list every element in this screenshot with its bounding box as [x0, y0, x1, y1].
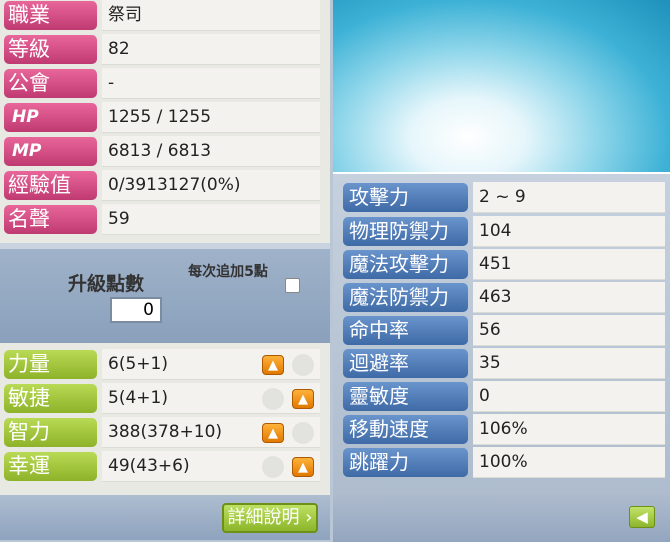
- sky-background: [333, 0, 670, 172]
- combat-row-avoid: 迴避率 35: [343, 348, 665, 379]
- combat-label: 靈敏度: [343, 382, 468, 411]
- detail-button[interactable]: 詳細說明 ›: [222, 503, 318, 533]
- auto-add-label: 每次追加5點: [188, 264, 268, 280]
- combat-value: 451: [473, 249, 665, 280]
- info-label: 職業: [4, 1, 97, 30]
- combat-value: 100%: [473, 447, 665, 478]
- stat-value: 6(5+1): [102, 349, 320, 380]
- ability-points-section: 升級點數 0 每次追加5點: [0, 243, 330, 344]
- arrow-up-icon[interactable]: ▲: [262, 423, 284, 443]
- info-row-guild: 公會 -: [4, 68, 320, 99]
- info-row-mp: MP 6813 / 6813: [4, 136, 320, 167]
- stat-label: 幸運: [4, 452, 97, 481]
- combat-value: 0: [473, 381, 665, 412]
- info-label: MP: [4, 137, 97, 166]
- combat-label: 迴避率: [343, 349, 468, 378]
- stat-label: 智力: [4, 418, 97, 447]
- ability-points-label: 升級點數: [68, 273, 145, 295]
- empty-slot: [292, 422, 314, 444]
- base-stats-section: 力量 6(5+1) ▲ 敏捷 5(4+1) ▲ 智力 388(378+10) ▲…: [0, 343, 330, 493]
- info-value: 1255 / 1255: [102, 102, 320, 133]
- character-info-panel: 職業 祭司 等級 82 公會 - HP 1255 / 1255 MP 6813 …: [0, 0, 330, 540]
- info-row-fame: 名聲 59: [4, 204, 320, 235]
- stat-row-int: 智力 388(378+10) ▲: [4, 417, 320, 448]
- info-label: 名聲: [4, 205, 97, 234]
- info-label: 經驗值: [4, 171, 97, 200]
- combat-label: 魔法攻擊力: [343, 250, 468, 279]
- stat-row-luk: 幸運 49(43+6) ▲: [4, 451, 320, 482]
- combat-row-magic-atk: 魔法攻擊力 451: [343, 249, 665, 280]
- empty-slot: [292, 354, 314, 376]
- info-label: 等級: [4, 35, 97, 64]
- combat-label: 移動速度: [343, 415, 468, 444]
- info-row-job: 職業 祭司: [4, 0, 320, 31]
- empty-slot: [262, 388, 284, 410]
- combat-label: 跳躍力: [343, 448, 468, 477]
- info-row-level: 等級 82: [4, 34, 320, 65]
- combat-label: 物理防禦力: [343, 217, 468, 246]
- info-value: 祭司: [102, 0, 320, 31]
- combat-value: 56: [473, 315, 665, 346]
- arrow-up-icon[interactable]: ▲: [262, 355, 284, 375]
- info-label: HP: [4, 103, 97, 132]
- combat-label: 魔法防禦力: [343, 283, 468, 312]
- info-value: 59: [102, 204, 320, 235]
- stat-row-str: 力量 6(5+1) ▲: [4, 349, 320, 380]
- combat-stats-panel: 攻擊力 2 ~ 9 物理防禦力 104 魔法攻擊力 451 魔法防禦力 463 …: [333, 172, 670, 542]
- info-value: -: [102, 68, 320, 99]
- combat-value: 2 ~ 9: [473, 182, 665, 213]
- stat-row-dex: 敏捷 5(4+1) ▲: [4, 383, 320, 414]
- combat-row-magic-def: 魔法防禦力 463: [343, 282, 665, 313]
- ability-points-value: 0: [110, 297, 162, 323]
- arrow-up-icon[interactable]: ▲: [292, 457, 314, 477]
- stat-value: 49(43+6): [102, 451, 320, 482]
- info-value: 0/3913127(0%): [102, 170, 320, 201]
- empty-slot: [262, 456, 284, 478]
- combat-value: 463: [473, 282, 665, 313]
- combat-row-accuracy: 命中率 56: [343, 315, 665, 346]
- info-value: 6813 / 6813: [102, 136, 320, 167]
- right-footer: ◀: [333, 494, 670, 542]
- info-row-hp: HP 1255 / 1255: [4, 102, 320, 133]
- auto-add-checkbox[interactable]: [285, 278, 300, 293]
- stat-value: 5(4+1): [102, 383, 320, 414]
- left-footer: 詳細說明 ›: [0, 495, 330, 540]
- combat-label: 命中率: [343, 316, 468, 345]
- combat-row-jump: 跳躍力 100%: [343, 447, 665, 478]
- info-row-exp: 經驗值 0/3913127(0%): [4, 170, 320, 201]
- info-value: 82: [102, 34, 320, 65]
- stat-value: 388(378+10): [102, 417, 320, 448]
- combat-row-speed: 移動速度 106%: [343, 414, 665, 445]
- combat-row-phys-def: 物理防禦力 104: [343, 216, 665, 247]
- stat-label: 力量: [4, 350, 97, 379]
- arrow-left-icon[interactable]: ◀: [629, 506, 655, 528]
- info-label: 公會: [4, 69, 97, 98]
- combat-value: 106%: [473, 414, 665, 445]
- arrow-up-icon[interactable]: ▲: [292, 389, 314, 409]
- combat-row-agility: 靈敏度 0: [343, 381, 665, 412]
- combat-row-attack: 攻擊力 2 ~ 9: [343, 182, 665, 213]
- combat-value: 35: [473, 348, 665, 379]
- stat-label: 敏捷: [4, 384, 97, 413]
- combat-value: 104: [473, 216, 665, 247]
- combat-label: 攻擊力: [343, 183, 468, 212]
- detail-button-label: 詳細說明: [227, 507, 300, 528]
